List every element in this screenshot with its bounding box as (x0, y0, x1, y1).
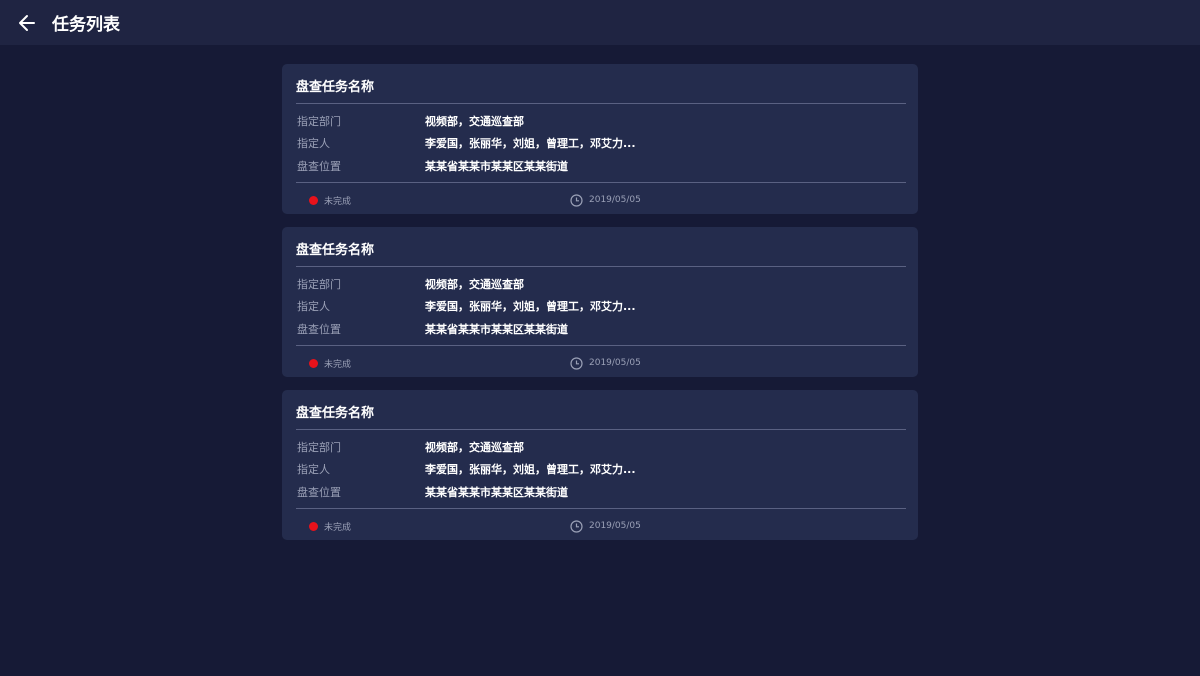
clock-icon (570, 519, 583, 533)
status-badge: 未完成 (309, 357, 352, 370)
task-date: 2019/05/05 (570, 356, 641, 370)
field-label: 盘查位置 (297, 323, 341, 336)
task-card[interactable]: 盘查任务名称 指定部门 视频部，交通巡查部 指定人 李爱国，张丽华，刘姐，曾理工… (282, 227, 918, 377)
field-value: 李爱国，张丽华，刘姐，曾理工，邓艾力... (425, 300, 636, 313)
title-divider (296, 103, 906, 104)
task-card[interactable]: 盘查任务名称 指定部门 视频部，交通巡查部 指定人 李爱国，张丽华，刘姐，曾理工… (282, 390, 918, 540)
footer-divider (296, 182, 906, 183)
field-label: 指定部门 (297, 115, 341, 128)
back-button[interactable] (16, 12, 38, 34)
clock-icon (570, 356, 583, 370)
date-text: 2019/05/05 (589, 521, 641, 531)
field-label: 盘查位置 (297, 160, 341, 173)
status-badge: 未完成 (309, 194, 352, 207)
task-title: 盘查任务名称 (296, 406, 375, 421)
field-value: 某某省某某市某某区某某街道 (425, 160, 568, 173)
task-date: 2019/05/05 (570, 519, 641, 533)
date-text: 2019/05/05 (589, 195, 641, 205)
field-label: 指定人 (297, 463, 330, 476)
status-badge: 未完成 (309, 520, 352, 533)
task-title: 盘查任务名称 (296, 243, 375, 258)
title-divider (296, 266, 906, 267)
field-value: 李爱国，张丽华，刘姐，曾理工，邓艾力... (425, 463, 636, 476)
field-value: 李爱国，张丽华，刘姐，曾理工，邓艾力... (425, 137, 636, 150)
title-divider (296, 429, 906, 430)
field-value: 视频部，交通巡查部 (425, 441, 524, 454)
task-title: 盘查任务名称 (296, 80, 375, 95)
field-label: 指定人 (297, 137, 330, 150)
field-value: 视频部，交通巡查部 (425, 115, 524, 128)
field-value: 视频部，交通巡查部 (425, 278, 524, 291)
task-date: 2019/05/05 (570, 193, 641, 207)
status-dot-icon (309, 195, 318, 205)
footer-divider (296, 508, 906, 509)
arrow-left-icon (19, 14, 35, 31)
task-card[interactable]: 盘查任务名称 指定部门 视频部，交通巡查部 指定人 李爱国，张丽华，刘姐，曾理工… (282, 64, 918, 214)
status-dot-icon (309, 358, 318, 368)
status-text: 未完成 (324, 196, 352, 207)
footer-divider (296, 345, 906, 346)
page-title: 任务列表 (52, 15, 120, 35)
field-label: 指定部门 (297, 278, 341, 291)
field-label: 指定部门 (297, 441, 341, 454)
date-text: 2019/05/05 (589, 358, 641, 368)
field-value: 某某省某某市某某区某某街道 (425, 323, 568, 336)
status-text: 未完成 (324, 522, 352, 533)
field-label: 指定人 (297, 300, 330, 313)
top-bar: 任务列表 (0, 0, 1200, 45)
field-label: 盘查位置 (297, 486, 341, 499)
clock-icon (570, 193, 583, 207)
field-value: 某某省某某市某某区某某街道 (425, 486, 568, 499)
status-dot-icon (309, 521, 318, 531)
status-text: 未完成 (324, 359, 352, 370)
